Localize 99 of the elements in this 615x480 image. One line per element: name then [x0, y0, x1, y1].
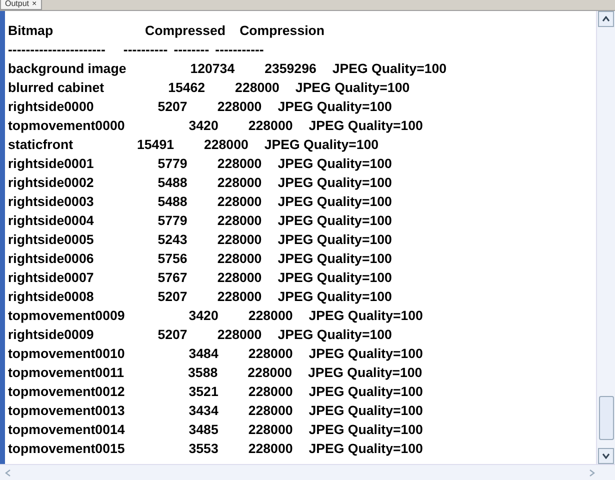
bitmap-name: rightside0008	[8, 288, 94, 306]
compressed-size: 3588	[188, 364, 218, 382]
compression-setting: JPEG Quality=100	[308, 402, 423, 420]
original-size: 228000	[248, 307, 293, 325]
compression-setting: JPEG Quality=100	[332, 60, 447, 78]
scroll-left-icon	[5, 468, 11, 476]
original-size: 228000	[248, 421, 293, 439]
bitmap-name: topmovement0015	[8, 440, 125, 458]
bitmap-name: rightside0006	[8, 250, 94, 268]
output-tab[interactable]: Output ×	[0, 0, 42, 10]
bitmap-name: staticfront	[8, 136, 74, 154]
bitmap-name: blurred cabinet	[8, 79, 104, 97]
compressed-size: 5779	[158, 155, 188, 173]
compression-setting: JPEG Quality=100	[278, 174, 392, 192]
scroll-thumb[interactable]	[598, 396, 614, 440]
bitmap-name: rightside0002	[8, 174, 94, 192]
compressed-size: 5207	[158, 98, 188, 116]
compressed-size: 15462	[168, 79, 206, 97]
bitmap-name: rightside0000	[8, 98, 94, 116]
compressed-size: 5779	[158, 212, 188, 230]
bitmap-name: topmovement0009	[8, 307, 125, 325]
bitmap-name: topmovement0013	[8, 402, 125, 420]
bitmap-name: rightside0009	[8, 326, 94, 344]
compression-setting: JPEG Quality=100	[295, 79, 410, 97]
original-size: 228000	[217, 231, 262, 249]
compressed-size: 3484	[188, 345, 218, 363]
compressed-size: 5767	[158, 269, 188, 287]
dashed-rule-text: ----------	[123, 41, 168, 59]
compressed-size: 5243	[158, 231, 188, 249]
bitmap-name: rightside0005	[8, 231, 94, 249]
compressed-size: 3553	[188, 440, 218, 458]
original-size: 228000	[248, 440, 293, 458]
compression-setting: JPEG Quality=100	[308, 421, 423, 439]
original-size: 228000	[217, 193, 262, 211]
scroll-down-icon	[602, 453, 610, 459]
scroll-right-icon	[589, 468, 595, 476]
compression-setting: JPEG Quality=100	[278, 155, 392, 173]
compression-setting: JPEG Quality=100	[278, 193, 392, 211]
bitmap-name: topmovement0012	[8, 383, 125, 401]
compressed-size: 3434	[188, 402, 218, 420]
compression-setting: JPEG Quality=100	[308, 345, 423, 363]
original-size: 228000	[204, 136, 248, 154]
bitmap-name: topmovement0014	[8, 421, 125, 439]
compressed-size: 5488	[158, 174, 188, 192]
compression-setting: JPEG Quality=100	[278, 288, 392, 306]
bitmap-name: rightside0003	[8, 193, 94, 211]
original-size: 228000	[217, 269, 262, 287]
compression-setting: JPEG Quality=100	[264, 136, 379, 154]
original-size: 228000	[235, 79, 280, 97]
compression-setting: JPEG Quality=100	[278, 231, 392, 249]
compression-setting: JPEG Quality=100	[308, 383, 423, 401]
bitmap-name: topmovement0011	[8, 364, 124, 382]
dashed-rule-text: --------	[174, 41, 210, 59]
column-header: Compression	[240, 22, 325, 40]
original-size: 228000	[217, 155, 262, 173]
original-size: 228000	[217, 98, 262, 116]
original-size: 2359296	[264, 60, 316, 78]
compression-setting: JPEG Quality=100	[278, 326, 392, 344]
compressed-size: 3485	[188, 421, 218, 439]
compressed-size: 5207	[158, 326, 188, 344]
original-size: 228000	[248, 117, 293, 135]
compressed-size: 5488	[158, 193, 188, 211]
bitmap-name: background image	[8, 60, 126, 78]
compression-setting: JPEG Quality=100	[308, 117, 423, 135]
compression-setting: JPEG Quality=100	[278, 250, 392, 268]
compressed-size: 120734	[190, 60, 235, 78]
original-size: 228000	[217, 174, 262, 192]
dashed-rule-text: -----------	[215, 41, 264, 59]
bitmap-name: topmovement0000	[8, 117, 125, 135]
compression-setting: JPEG Quality=100	[278, 269, 392, 287]
original-size: 228000	[248, 364, 292, 382]
column-header: Compressed	[145, 22, 226, 40]
compressed-size: 15491	[137, 136, 174, 154]
original-size: 228000	[217, 326, 262, 344]
original-size: 228000	[217, 250, 262, 268]
compressed-size: 3521	[188, 383, 218, 401]
original-size: 228000	[217, 212, 262, 230]
bitmap-name: rightside0001	[8, 155, 94, 173]
bitmap-name: topmovement0010	[8, 345, 125, 363]
bitmap-name: rightside0007	[8, 269, 94, 287]
compression-setting: JPEG Quality=100	[278, 98, 392, 116]
compressed-size: 5756	[158, 250, 188, 268]
original-size: 228000	[217, 288, 262, 306]
vertical-scrollbar[interactable]	[596, 11, 615, 464]
compression-setting: JPEG Quality=100	[308, 364, 422, 382]
compressed-size: 5207	[158, 288, 188, 306]
scroll-up-icon	[602, 16, 610, 22]
compressed-size: 3420	[188, 307, 218, 325]
horizontal-scrollbar[interactable]	[0, 464, 615, 480]
compressed-size: 3420	[188, 117, 218, 135]
compression-setting: JPEG Quality=100	[278, 212, 392, 230]
bitmap-name: rightside0004	[8, 212, 94, 230]
original-size: 228000	[248, 345, 293, 363]
compression-setting: JPEG Quality=100	[308, 307, 423, 325]
original-size: 228000	[248, 402, 293, 420]
original-size: 228000	[248, 383, 293, 401]
column-header: Bitmap	[8, 22, 54, 40]
dashed-rule-text: ----------------------	[8, 41, 106, 59]
compression-setting: JPEG Quality=100	[308, 440, 423, 458]
